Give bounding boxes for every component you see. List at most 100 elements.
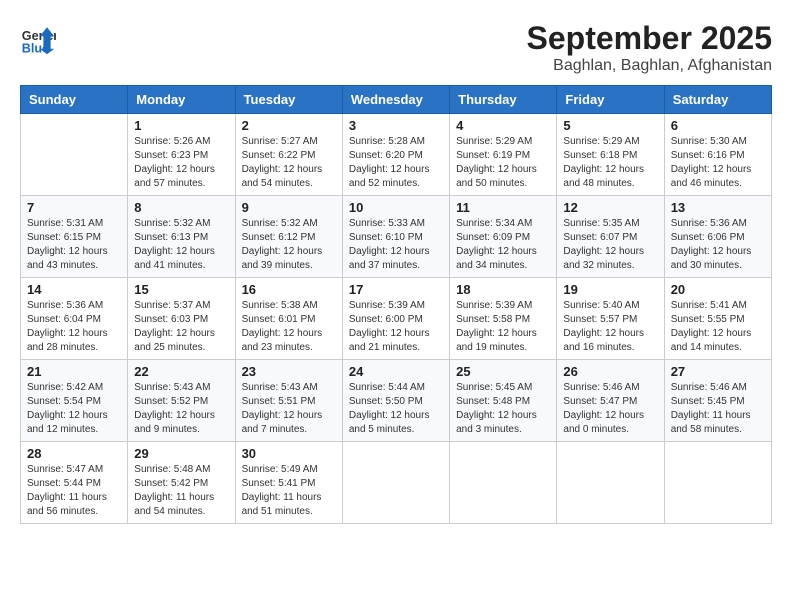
day-number: 24 xyxy=(349,364,443,379)
day-info: Sunrise: 5:28 AM Sunset: 6:20 PM Dayligh… xyxy=(349,135,443,191)
day-info: Sunrise: 5:48 AM Sunset: 5:42 PM Dayligh… xyxy=(134,463,228,519)
calendar-cell: 22 Sunrise: 5:43 AM Sunset: 5:52 PM Dayli… xyxy=(128,360,235,442)
title-block: September 2025 Baghlan, Baghlan, Afghani… xyxy=(527,20,772,75)
calendar-cell: 17 Sunrise: 5:39 AM Sunset: 6:00 PM Dayli… xyxy=(342,278,449,360)
calendar-cell: 8 Sunrise: 5:32 AM Sunset: 6:13 PM Daylig… xyxy=(128,196,235,278)
calendar-cell xyxy=(450,442,557,524)
weekday-header: Thursday xyxy=(450,86,557,114)
day-number: 3 xyxy=(349,118,443,133)
weekday-header: Monday xyxy=(128,86,235,114)
calendar-cell: 29 Sunrise: 5:48 AM Sunset: 5:42 PM Dayli… xyxy=(128,442,235,524)
day-info: Sunrise: 5:31 AM Sunset: 6:15 PM Dayligh… xyxy=(27,217,121,273)
calendar-cell xyxy=(21,114,128,196)
day-number: 29 xyxy=(134,446,228,461)
calendar-cell: 11 Sunrise: 5:34 AM Sunset: 6:09 PM Dayli… xyxy=(450,196,557,278)
calendar-cell xyxy=(557,442,664,524)
day-info: Sunrise: 5:39 AM Sunset: 5:58 PM Dayligh… xyxy=(456,299,550,355)
calendar-cell: 28Sunrise: 5:47 AM Sunset: 5:44 PM Dayli… xyxy=(21,442,128,524)
calendar-cell: 1 Sunrise: 5:26 AM Sunset: 6:23 PM Daylig… xyxy=(128,114,235,196)
day-info: Sunrise: 5:36 AM Sunset: 6:04 PM Dayligh… xyxy=(27,299,121,355)
day-number: 8 xyxy=(134,200,228,215)
calendar-cell: 3 Sunrise: 5:28 AM Sunset: 6:20 PM Daylig… xyxy=(342,114,449,196)
calendar-cell: 26Sunrise: 5:46 AM Sunset: 5:47 PM Dayli… xyxy=(557,360,664,442)
logo: General Blue xyxy=(20,20,60,56)
weekday-header: Saturday xyxy=(664,86,771,114)
day-info: Sunrise: 5:45 AM Sunset: 5:48 PM Dayligh… xyxy=(456,381,550,437)
day-info: Sunrise: 5:27 AM Sunset: 6:22 PM Dayligh… xyxy=(242,135,336,191)
day-info: Sunrise: 5:46 AM Sunset: 5:45 PM Dayligh… xyxy=(671,381,765,437)
calendar-table: SundayMondayTuesdayWednesdayThursdayFrid… xyxy=(20,85,772,524)
calendar-cell: 21 Sunrise: 5:42 AM Sunset: 5:54 PM Dayli… xyxy=(21,360,128,442)
day-number: 10 xyxy=(349,200,443,215)
day-info: Sunrise: 5:34 AM Sunset: 6:09 PM Dayligh… xyxy=(456,217,550,273)
day-number: 2 xyxy=(242,118,336,133)
day-number: 20 xyxy=(671,282,765,297)
calendar-week-row: 28Sunrise: 5:47 AM Sunset: 5:44 PM Dayli… xyxy=(21,442,772,524)
location-title: Baghlan, Baghlan, Afghanistan xyxy=(527,57,772,75)
day-number: 19 xyxy=(563,282,657,297)
calendar-cell: 27 Sunrise: 5:46 AM Sunset: 5:45 PM Dayli… xyxy=(664,360,771,442)
day-number: 1 xyxy=(134,118,228,133)
calendar-cell: 19Sunrise: 5:40 AM Sunset: 5:57 PM Dayli… xyxy=(557,278,664,360)
day-number: 21 xyxy=(27,364,121,379)
day-number: 14 xyxy=(27,282,121,297)
day-info: Sunrise: 5:44 AM Sunset: 5:50 PM Dayligh… xyxy=(349,381,443,437)
calendar-cell: 14 Sunrise: 5:36 AM Sunset: 6:04 PM Dayli… xyxy=(21,278,128,360)
weekday-header: Sunday xyxy=(21,86,128,114)
calendar-cell: 30 Sunrise: 5:49 AM Sunset: 5:41 PM Dayli… xyxy=(235,442,342,524)
day-info: Sunrise: 5:32 AM Sunset: 6:12 PM Dayligh… xyxy=(242,217,336,273)
calendar-cell: 15Sunrise: 5:37 AM Sunset: 6:03 PM Dayli… xyxy=(128,278,235,360)
day-info: Sunrise: 5:42 AM Sunset: 5:54 PM Dayligh… xyxy=(27,381,121,437)
calendar-cell: 6Sunrise: 5:30 AM Sunset: 6:16 PM Daylig… xyxy=(664,114,771,196)
day-number: 5 xyxy=(563,118,657,133)
calendar-week-row: 21 Sunrise: 5:42 AM Sunset: 5:54 PM Dayli… xyxy=(21,360,772,442)
day-info: Sunrise: 5:43 AM Sunset: 5:52 PM Dayligh… xyxy=(134,381,228,437)
weekday-header: Tuesday xyxy=(235,86,342,114)
calendar-cell xyxy=(342,442,449,524)
day-number: 23 xyxy=(242,364,336,379)
day-number: 11 xyxy=(456,200,550,215)
day-info: Sunrise: 5:30 AM Sunset: 6:16 PM Dayligh… xyxy=(671,135,765,191)
day-number: 17 xyxy=(349,282,443,297)
calendar-cell: 20 Sunrise: 5:41 AM Sunset: 5:55 PM Dayli… xyxy=(664,278,771,360)
day-info: Sunrise: 5:35 AM Sunset: 6:07 PM Dayligh… xyxy=(563,217,657,273)
weekday-header: Wednesday xyxy=(342,86,449,114)
weekday-header-row: SundayMondayTuesdayWednesdayThursdayFrid… xyxy=(21,86,772,114)
calendar-cell: 16 Sunrise: 5:38 AM Sunset: 6:01 PM Dayli… xyxy=(235,278,342,360)
day-info: Sunrise: 5:36 AM Sunset: 6:06 PM Dayligh… xyxy=(671,217,765,273)
calendar-cell: 12 Sunrise: 5:35 AM Sunset: 6:07 PM Dayli… xyxy=(557,196,664,278)
day-info: Sunrise: 5:41 AM Sunset: 5:55 PM Dayligh… xyxy=(671,299,765,355)
calendar-cell: 5Sunrise: 5:29 AM Sunset: 6:18 PM Daylig… xyxy=(557,114,664,196)
day-number: 12 xyxy=(563,200,657,215)
page-header: General Blue September 2025 Baghlan, Bag… xyxy=(20,20,772,75)
day-number: 28 xyxy=(27,446,121,461)
day-info: Sunrise: 5:26 AM Sunset: 6:23 PM Dayligh… xyxy=(134,135,228,191)
weekday-header: Friday xyxy=(557,86,664,114)
day-number: 16 xyxy=(242,282,336,297)
day-number: 22 xyxy=(134,364,228,379)
calendar-cell: 2 Sunrise: 5:27 AM Sunset: 6:22 PM Daylig… xyxy=(235,114,342,196)
calendar-week-row: 7 Sunrise: 5:31 AM Sunset: 6:15 PM Daylig… xyxy=(21,196,772,278)
day-number: 30 xyxy=(242,446,336,461)
day-info: Sunrise: 5:38 AM Sunset: 6:01 PM Dayligh… xyxy=(242,299,336,355)
day-info: Sunrise: 5:33 AM Sunset: 6:10 PM Dayligh… xyxy=(349,217,443,273)
day-info: Sunrise: 5:39 AM Sunset: 6:00 PM Dayligh… xyxy=(349,299,443,355)
day-number: 4 xyxy=(456,118,550,133)
day-number: 18 xyxy=(456,282,550,297)
day-number: 13 xyxy=(671,200,765,215)
calendar-cell: 24 Sunrise: 5:44 AM Sunset: 5:50 PM Dayli… xyxy=(342,360,449,442)
day-info: Sunrise: 5:49 AM Sunset: 5:41 PM Dayligh… xyxy=(242,463,336,519)
day-info: Sunrise: 5:32 AM Sunset: 6:13 PM Dayligh… xyxy=(134,217,228,273)
calendar-cell: 18 Sunrise: 5:39 AM Sunset: 5:58 PM Dayli… xyxy=(450,278,557,360)
calendar-cell: 23 Sunrise: 5:43 AM Sunset: 5:51 PM Dayli… xyxy=(235,360,342,442)
day-info: Sunrise: 5:29 AM Sunset: 6:19 PM Dayligh… xyxy=(456,135,550,191)
day-number: 7 xyxy=(27,200,121,215)
calendar-week-row: 14 Sunrise: 5:36 AM Sunset: 6:04 PM Dayli… xyxy=(21,278,772,360)
day-number: 27 xyxy=(671,364,765,379)
calendar-cell: 4 Sunrise: 5:29 AM Sunset: 6:19 PM Daylig… xyxy=(450,114,557,196)
month-title: September 2025 xyxy=(527,20,772,57)
calendar-cell: 9Sunrise: 5:32 AM Sunset: 6:12 PM Daylig… xyxy=(235,196,342,278)
day-info: Sunrise: 5:43 AM Sunset: 5:51 PM Dayligh… xyxy=(242,381,336,437)
day-info: Sunrise: 5:46 AM Sunset: 5:47 PM Dayligh… xyxy=(563,381,657,437)
day-number: 15 xyxy=(134,282,228,297)
